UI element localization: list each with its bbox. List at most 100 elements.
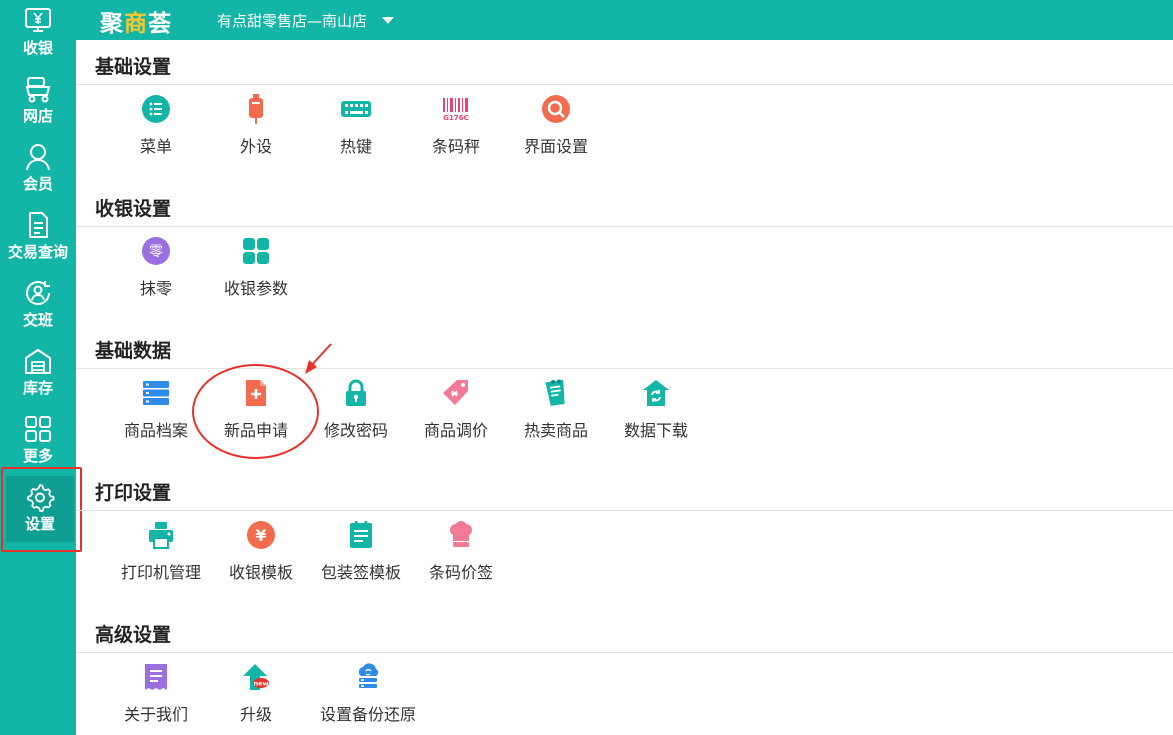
tile-label: 打印机管理 [120,563,201,582]
tile-round-off[interactable]: 零 抹零 [106,235,206,307]
tile-label: 商品档案 [123,421,188,440]
tile-backup-restore[interactable]: 设置备份还原 [318,661,418,733]
price-tag-icon [440,377,472,409]
yuan-icon-text: ¥ [255,526,266,545]
sidebar-item-cashier[interactable]: 收银 [0,0,76,66]
cashier-params-grid-icon [240,235,272,267]
sidebar-item-online-store[interactable]: 网店 [0,68,76,134]
tile-about-us[interactable]: 关于我们 [106,661,206,733]
section-title-basic-settings: 基础设置 [95,56,172,78]
tile-label: 数据下载 [623,421,688,440]
data-download-icon [640,377,672,409]
tile-label: 收银模板 [228,563,293,582]
sidebar-item-label: 设置 [24,515,55,533]
divider [76,226,1173,227]
tile-cashier-template[interactable]: ¥ 收银模板 [211,519,311,591]
app-window: 收银 网店 会员 交易查询 交班 库存 更多 设置 聚商荟 有点甜零售店—南山店… [0,0,1173,735]
tile-label: 条码价签 [428,563,493,582]
tile-barcode-price-label[interactable]: 条码价签 [411,519,511,591]
top-bar: 聚商荟 有点甜零售店—南山店 [76,0,1173,40]
barcode-price-label-icon [445,519,477,551]
interface-settings-icon [540,93,572,125]
tile-label: 抹零 [139,279,172,298]
transaction-query-icon [23,210,53,240]
about-us-icon [140,661,172,693]
tile-label: 商品调价 [423,421,488,440]
sidebar: 收银 网店 会员 交易查询 交班 库存 更多 设置 [0,0,76,735]
tile-label: 设置备份还原 [319,705,416,724]
tile-interface-settings[interactable]: 界面设置 [506,93,606,165]
sidebar-item-label: 网店 [22,107,53,125]
tile-price-adjust[interactable]: 商品调价 [406,377,506,449]
tile-upgrade[interactable]: new 升级 [206,661,306,733]
divider [76,652,1173,653]
tile-label: 外设 [239,137,272,156]
hot-products-icon [540,377,572,409]
tile-new-product-apply[interactable]: 新品申请 [206,377,306,449]
lock-icon [340,377,372,409]
sidebar-item-transaction-query[interactable]: 交易查询 [0,204,76,270]
barcode-icon-text: G176C [443,114,469,122]
app-logo: 聚商荟 [100,11,172,37]
member-icon [23,142,53,172]
sidebar-item-label: 库存 [22,379,53,397]
sidebar-item-more[interactable]: 更多 [0,408,76,474]
tile-label: 界面设置 [523,137,588,156]
upgrade-icon: new [240,661,272,693]
tile-product-archive[interactable]: 商品档案 [106,377,206,449]
peripheral-device-icon [240,93,272,125]
tile-hot-products[interactable]: 热卖商品 [506,377,606,449]
tile-label: 新品申请 [223,421,288,440]
sidebar-item-member[interactable]: 会员 [0,136,76,202]
tile-barcode-scale[interactable]: G176C 条码秤 [406,93,506,165]
round-off-icon-text: 零 [149,244,163,260]
sidebar-item-settings[interactable]: 设置 [6,476,74,542]
divider [76,510,1173,511]
tile-data-download[interactable]: 数据下载 [606,377,706,449]
annotation-arrow-icon [305,343,332,374]
tile-label: 包装签模板 [320,563,401,582]
section-title-cashier-settings: 收银设置 [95,198,172,220]
keyboard-icon [340,93,372,125]
sidebar-item-inventory[interactable]: 库存 [0,340,76,406]
printer-icon [145,519,177,551]
tile-label: 收银参数 [223,279,288,298]
sidebar-item-shift[interactable]: 交班 [0,272,76,338]
package-label-icon [345,519,377,551]
backup-restore-icon [352,661,384,693]
more-grid-icon [23,414,53,444]
tile-menu[interactable]: 菜单 [106,93,206,165]
sidebar-item-label: 会员 [22,175,53,193]
new-badge-text: new [253,680,268,688]
store-selector[interactable]: 有点甜零售店—南山店 [217,10,395,31]
divider [76,84,1173,85]
tile-label: 热键 [339,137,372,156]
gear-icon [25,482,55,512]
tile-label: 菜单 [139,137,172,156]
tile-label: 关于我们 [123,705,188,724]
sidebar-item-label: 收银 [22,39,53,57]
tile-printer-management[interactable]: 打印机管理 [111,519,211,591]
tile-hotkey[interactable]: 热键 [306,93,406,165]
section-title-print-settings: 打印设置 [95,482,172,504]
sidebar-item-label: 交易查询 [7,243,68,261]
tile-package-label-template[interactable]: 包装签模板 [311,519,411,591]
tile-label: 热卖商品 [523,421,588,440]
product-archive-icon [140,377,172,409]
round-off-icon: 零 [140,235,172,267]
divider [76,368,1173,369]
shift-handover-icon [23,278,53,308]
cashier-monitor-icon [23,6,53,36]
tile-peripheral[interactable]: 外设 [206,93,306,165]
tile-label: 条码秤 [431,137,480,156]
section-title-basic-data: 基础数据 [95,340,172,362]
online-store-icon [23,74,53,104]
sidebar-item-label: 更多 [22,447,53,465]
tile-cashier-params[interactable]: 收银参数 [206,235,306,307]
new-product-apply-icon [240,377,272,409]
yuan-template-icon: ¥ [245,519,277,551]
store-name: 有点甜零售店—南山店 [217,12,368,30]
tile-label: 升级 [239,705,272,724]
tile-change-password[interactable]: 修改密码 [306,377,406,449]
menu-list-icon [140,93,172,125]
